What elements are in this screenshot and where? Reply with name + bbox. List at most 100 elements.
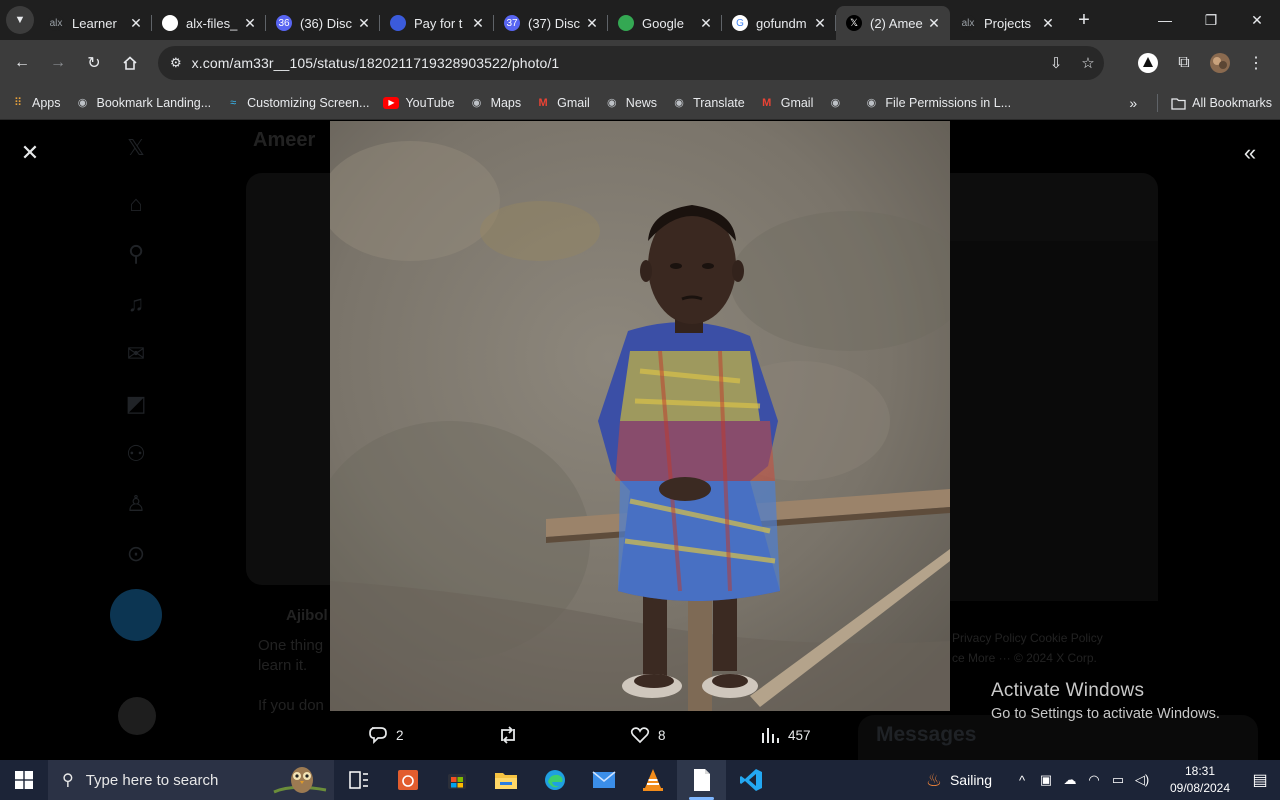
chevron-double-right-icon[interactable]: » <box>1129 95 1137 111</box>
tab-close-icon[interactable]: ✕ <box>242 15 258 32</box>
close-viewer-button[interactable]: ✕ <box>14 137 46 169</box>
background-reply-line2: learn it. <box>258 657 308 674</box>
tab-1[interactable]: alx-files_ ✕ <box>152 6 266 40</box>
new-tab-button[interactable]: + <box>1070 6 1098 34</box>
task-view-icon <box>348 771 368 789</box>
back-button[interactable]: ← <box>4 45 40 81</box>
close-window-button[interactable]: ✕ <box>1234 0 1280 40</box>
clock-date: 09/08/2024 <box>1169 781 1231 795</box>
tab-title: (37) Disc <box>528 15 581 31</box>
bookmark-7[interactable]: ◉ Translate <box>671 95 744 111</box>
tab-close-icon[interactable]: ✕ <box>584 15 600 32</box>
taskbar-app-vlc[interactable] <box>628 760 677 800</box>
chevron-up-icon[interactable]: ^ <box>1010 773 1034 788</box>
address-bar[interactable]: ⚙ x.com/am33r__105/status/18202117193289… <box>158 46 1104 80</box>
menu-button[interactable]: ⋮ <box>1238 53 1274 73</box>
tab-search-button[interactable]: ▼ <box>6 6 34 34</box>
bookmarks-overflow: » All Bookmarks <box>1129 86 1272 120</box>
bookmark-0[interactable]: ⠿ Apps <box>10 95 61 111</box>
profile-avatar[interactable] <box>1202 52 1238 74</box>
repost-button[interactable] <box>497 713 527 757</box>
github-icon <box>162 15 178 31</box>
task-view-button[interactable] <box>334 760 383 800</box>
kebab-menu-icon: ⋮ <box>1248 55 1264 72</box>
home-button[interactable] <box>112 45 148 81</box>
tab-5[interactable]: Google ✕ <box>608 6 722 40</box>
bookmark-3[interactable]: ▶ YouTube <box>383 95 455 110</box>
tab-3[interactable]: Pay for t ✕ <box>380 6 494 40</box>
bookmark-list: ⠿ Apps ◉ Bookmark Landing... ≈ Customizing Sc… <box>10 95 1025 111</box>
alx-logo: alx <box>960 15 976 31</box>
onedrive-icon[interactable]: ☁ <box>1058 772 1082 788</box>
taskbar-app-edge[interactable] <box>530 760 579 800</box>
clock[interactable]: 18:31 09/08/2024 <box>1160 763 1240 797</box>
taskbar-app-image-viewer[interactable] <box>383 760 432 800</box>
restore-button[interactable]: ❐ <box>1188 0 1234 40</box>
tab-7[interactable]: 𝕏 (2) Amee ✕ <box>836 6 950 40</box>
close-icon: ✕ <box>1251 11 1263 28</box>
background-reply-line3: If you don <box>258 697 324 714</box>
bookmark-10[interactable]: ◉ File Permissions in L... <box>863 95 1012 111</box>
meet-now-icon[interactable]: ▣ <box>1034 772 1058 788</box>
taskbar-search[interactable]: ⚲ Type here to search <box>48 760 334 800</box>
tab-title: Pay for t <box>414 15 463 31</box>
tab-close-icon[interactable]: ✕ <box>356 15 372 32</box>
bookmark-2[interactable]: ≈ Customizing Screen... <box>225 95 369 111</box>
bookmark-label: YouTube <box>405 95 455 110</box>
toggle-replies-button[interactable]: « <box>1234 137 1266 169</box>
minimize-button[interactable]: — <box>1142 0 1188 40</box>
bookmark-label: File Permissions in L... <box>885 95 1012 110</box>
notification-center-icon[interactable]: ▤ <box>1240 770 1280 790</box>
tab-close-icon[interactable]: ✕ <box>1040 15 1056 32</box>
bookmark-label: Gmail <box>780 95 814 110</box>
bookmark-label: Apps <box>32 95 61 110</box>
tab-close-icon[interactable]: ✕ <box>926 15 942 32</box>
reply-button[interactable]: 2 <box>368 713 404 757</box>
battery-icon[interactable]: ▭ <box>1106 772 1130 788</box>
bookmark-label: Bookmark Landing... <box>96 95 212 110</box>
taskbar-app-mail[interactable] <box>579 760 628 800</box>
tab-close-icon[interactable]: ✕ <box>698 15 714 32</box>
taskbar-app-notepad[interactable] <box>677 760 726 800</box>
tab-8[interactable]: alx Projects ✕ <box>950 6 1064 40</box>
bookmark-9[interactable]: ◉ <box>827 95 849 111</box>
bookmark-label: News <box>625 95 658 110</box>
tab-6[interactable]: Ggofundm ✕ <box>722 6 836 40</box>
forward-button[interactable]: → <box>40 45 76 81</box>
url-text[interactable]: x.com/am33r__105/status/1820211719328903… <box>192 55 1040 71</box>
tab-0[interactable]: alx Learner ✕ <box>38 6 152 40</box>
weather-widget[interactable]: ♨ Sailing <box>926 770 992 791</box>
activate-windows-watermark: Activate Windows Go to Settings to activ… <box>991 680 1220 722</box>
start-button[interactable] <box>0 760 48 800</box>
like-button[interactable]: 8 <box>630 713 666 757</box>
tab-2[interactable]: 36 (36) Disc ✕ <box>266 6 380 40</box>
volume-icon[interactable]: ◁) <box>1130 772 1154 788</box>
bookmark-star-icon[interactable]: ☆ <box>1072 54 1104 72</box>
mail-icon <box>591 771 616 788</box>
background-footer-links-2: ce More ··· © 2024 X Corp. <box>952 651 1097 665</box>
bookmark-5[interactable]: M Gmail <box>535 95 590 111</box>
bookmark-4[interactable]: ◉ Maps <box>469 95 521 111</box>
taskbar-app-vscode[interactable] <box>726 760 775 800</box>
install-app-icon[interactable]: ⇩ <box>1040 54 1072 72</box>
background-footer-links: Privacy Policy Cookie Policy <box>952 631 1103 645</box>
extension-vpn-button[interactable] <box>1130 52 1166 74</box>
bookmark-8[interactable]: M Gmail <box>759 95 814 111</box>
background-author-name: Ameer <box>253 129 316 151</box>
tab-4[interactable]: 37 (37) Disc ✕ <box>494 6 608 40</box>
reload-button[interactable]: ↻ <box>76 45 112 81</box>
tab-close-icon[interactable]: ✕ <box>128 15 144 32</box>
tab-close-icon[interactable]: ✕ <box>812 15 828 32</box>
all-bookmarks-button[interactable]: All Bookmarks <box>1170 95 1272 111</box>
arrow-left-icon: ← <box>14 54 30 71</box>
wifi-icon[interactable]: ◠ <box>1082 772 1106 788</box>
globe-icon: ◉ <box>866 97 877 109</box>
extensions-button[interactable]: ⧉ <box>1166 54 1202 72</box>
taskbar-app-file-explorer[interactable] <box>481 760 530 800</box>
site-info-icon[interactable]: ⚙ <box>170 55 182 71</box>
taskbar-app-store[interactable] <box>432 760 481 800</box>
bookmark-6[interactable]: ◉ News <box>604 95 657 111</box>
bookmark-1[interactable]: ◉ Bookmark Landing... <box>75 95 212 111</box>
views-button[interactable]: 457 <box>760 713 811 757</box>
tab-close-icon[interactable]: ✕ <box>470 15 486 32</box>
